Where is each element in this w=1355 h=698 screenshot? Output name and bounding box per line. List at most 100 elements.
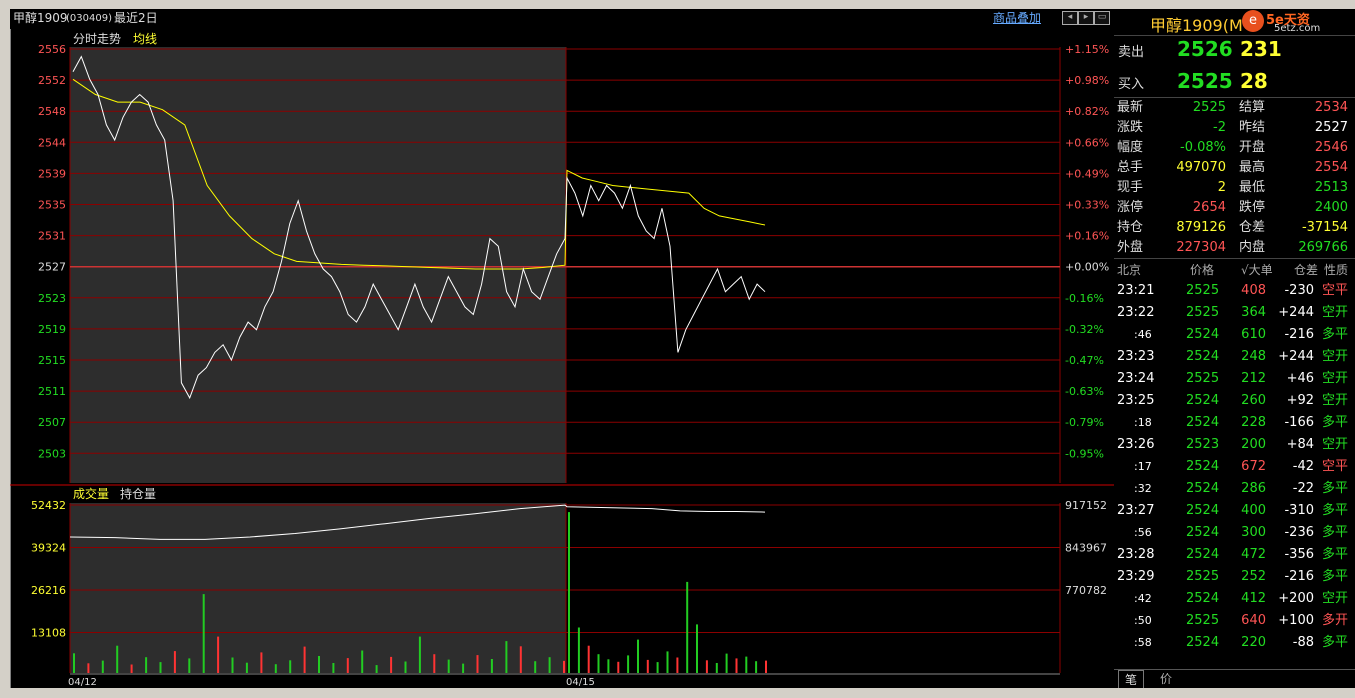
date-label: 04/15 [566, 677, 595, 688]
volume-bar [725, 653, 728, 673]
tick-vol: 400 [1241, 503, 1266, 518]
left-tab[interactable] [0, 99, 10, 159]
volume-bar [519, 646, 522, 673]
pct-tick-label: +0.49% [1065, 167, 1109, 180]
tick-row: :50 2525 640 +100 多开 [1114, 611, 1355, 633]
quote-label: 结算 [1239, 100, 1266, 115]
price-tick-label: 2527 [38, 261, 66, 274]
quote-label: 外盘 [1117, 240, 1144, 255]
quote-label: 开盘 [1239, 140, 1266, 155]
tick-time: 23:29 [1117, 569, 1155, 584]
vol-tick-label: 52432 [31, 499, 66, 512]
volume-bar [548, 657, 551, 673]
tick-row: 23:24 2525 212 +46 空开 [1114, 369, 1355, 391]
tick-price: 2524 [1186, 415, 1220, 430]
pct-tick-label: +0.66% [1065, 136, 1109, 149]
status-bar [0, 688, 1355, 698]
quote-value: 2527 [1314, 120, 1348, 135]
price-tick-label: 2511 [38, 385, 66, 398]
price-tick-label: 2507 [38, 416, 66, 429]
tick-price: 2525 [1186, 569, 1220, 584]
pct-tick-label: -0.32% [1065, 323, 1104, 336]
logo-icon: e [1242, 10, 1264, 32]
volume-bar [447, 659, 450, 673]
quote-label: 现手 [1117, 180, 1144, 195]
tick-price: 2524 [1186, 547, 1220, 562]
contract-name: 甲醇1909 [13, 11, 68, 25]
price-tick-label: 2539 [38, 167, 66, 180]
tick-vol: 220 [1241, 635, 1266, 650]
volume-bar [202, 594, 205, 673]
volume-bar [577, 627, 580, 673]
buy-vol: 28 [1240, 69, 1268, 93]
volume-bar [130, 664, 133, 673]
pct-tick-label: +1.15% [1065, 43, 1109, 56]
tick-nature: 空开 [1322, 349, 1349, 364]
top-menu-strip [0, 0, 1355, 9]
tick-time: :17 [1134, 460, 1152, 473]
tick-vol: 610 [1241, 327, 1266, 342]
price-tick-label: 2523 [38, 292, 66, 305]
tick-row: :32 2524 286 -22 多平 [1114, 479, 1355, 501]
tick-diff: +244 [1278, 305, 1314, 320]
pct-tick-label: -0.79% [1065, 416, 1104, 429]
scroll-right-icon[interactable]: ▸ [1078, 11, 1094, 25]
intraday-chart[interactable]: 分时走势 均线 成交量 持仓量 2556 +1.15% 2552 +0.98% 2548… [10, 29, 1114, 688]
oi-tick-label: 917152 [1065, 499, 1107, 512]
tick-price: 2524 [1186, 459, 1220, 474]
quote-label: 昨结 [1239, 120, 1266, 135]
scroll-left-icon[interactable]: ◂ [1062, 11, 1078, 25]
overlay-link[interactable]: 商品叠加 [993, 9, 1041, 28]
legend-vol: 成交量 [73, 486, 109, 501]
volume-bar [686, 581, 689, 673]
range-label[interactable]: 最近2日 [114, 9, 158, 28]
tick-vol: 672 [1241, 459, 1266, 474]
tick-diff: -42 [1292, 459, 1314, 474]
bid-ask-box: 卖出 2526 231 买入 2525 28 [1114, 37, 1355, 98]
volume-bar [73, 653, 75, 673]
pct-tick-label: +0.16% [1065, 230, 1109, 243]
day1-vol-shade [70, 503, 566, 673]
tick-row: 23:21 2525 408 -230 空平 [1114, 281, 1355, 303]
volume-bar [145, 657, 148, 673]
tick-nature: 多平 [1322, 503, 1349, 518]
quote-title: 甲醇1909(M [1150, 16, 1243, 35]
tick-price: 2523 [1186, 437, 1220, 452]
tick-row: :56 2524 300 -236 多平 [1114, 523, 1355, 545]
tick-vol: 300 [1241, 525, 1266, 540]
volume-bar [318, 656, 320, 673]
quote-row: 涨停 2654 跌停 2400 [1114, 198, 1355, 218]
volume-bar [101, 660, 104, 673]
legend-avg: 均线 [133, 32, 157, 46]
price-tick-label: 2544 [38, 136, 66, 149]
tick-vol: 228 [1241, 415, 1266, 430]
left-tab[interactable] [0, 189, 10, 249]
tick-row: 23:27 2524 400 -310 多平 [1114, 501, 1355, 523]
price-tick-label: 2556 [38, 43, 66, 56]
tick-row: :58 2524 220 -88 多平 [1114, 633, 1355, 655]
pct-tick-label: +0.98% [1065, 74, 1109, 87]
pct-tick-label: -0.95% [1065, 447, 1104, 460]
tick-price: 2525 [1186, 305, 1220, 320]
tick-diff: +84 [1286, 437, 1314, 452]
tick-price: 2524 [1186, 591, 1220, 606]
panel-tabs: 笔 价 [1114, 669, 1355, 690]
tab-ticks[interactable]: 笔 [1118, 670, 1144, 690]
quote-label: 幅度 [1117, 140, 1144, 155]
volume-bar [505, 641, 508, 673]
tick-diff: +92 [1286, 393, 1314, 408]
quote-value: 2400 [1314, 200, 1348, 215]
tab-price[interactable]: 价 [1154, 670, 1178, 688]
tick-diff: -88 [1292, 635, 1314, 650]
volume-bar [173, 651, 176, 673]
day1-shade [70, 47, 566, 483]
left-tab[interactable] [0, 269, 10, 329]
zoom-icon[interactable]: ▭ [1094, 11, 1110, 25]
quote-label: 涨跌 [1117, 120, 1144, 135]
quote-value: 2513 [1314, 180, 1348, 195]
ticks-header-cell: 北京 [1117, 263, 1142, 277]
volume-bar [676, 657, 679, 673]
tick-row: 23:26 2523 200 +84 空开 [1114, 435, 1355, 457]
tick-time: 23:26 [1117, 437, 1155, 452]
volume-bar [332, 663, 335, 673]
